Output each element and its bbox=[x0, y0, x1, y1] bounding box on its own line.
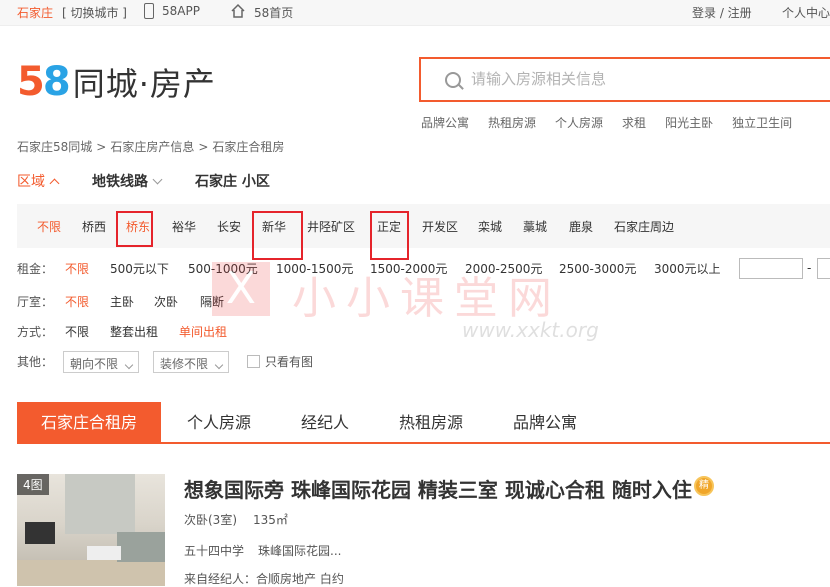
breadcrumb: 石家庄58同城 > 石家庄房产信息 > 石家庄合租房 bbox=[17, 140, 285, 154]
top-bar: 石家庄 [ 切换城市 ] 58APP 58首页 登录 / 注册 个人中心 bbox=[0, 0, 830, 26]
hot-link[interactable]: 独立卫生间 bbox=[732, 114, 792, 131]
region-item[interactable]: 裕华 bbox=[172, 218, 196, 235]
mode-label: 方式： bbox=[17, 325, 54, 339]
home-icon bbox=[230, 3, 246, 22]
rent-option[interactable]: 500-1000元 bbox=[188, 260, 258, 277]
breadcrumb-item[interactable]: 石家庄合租房 bbox=[212, 140, 284, 154]
room-label: 厅室： bbox=[17, 295, 54, 309]
phone-icon bbox=[144, 3, 154, 19]
room-option[interactable]: 不限 bbox=[65, 293, 89, 310]
chevron-down-icon bbox=[214, 360, 224, 370]
tab-shared-rental[interactable]: 石家庄合租房 bbox=[17, 402, 162, 444]
region-item[interactable]: 开发区 bbox=[422, 218, 458, 235]
region-item[interactable]: 井陉矿区 bbox=[307, 218, 355, 235]
filter-tabs: 区域 地铁线路 石家庄 小区 bbox=[17, 171, 304, 191]
chevron-down-icon bbox=[124, 360, 134, 370]
room-option[interactable]: 次卧 bbox=[154, 293, 178, 310]
region-item[interactable]: 长安 bbox=[217, 218, 241, 235]
listing-location-school[interactable]: 五十四中学 bbox=[184, 542, 244, 559]
rent-option[interactable]: 2000-2500元 bbox=[465, 260, 542, 277]
tab-community[interactable]: 石家庄 小区 bbox=[195, 171, 270, 191]
orientation-select[interactable]: 朝向不限 bbox=[63, 351, 140, 373]
chevron-up-icon bbox=[49, 178, 60, 188]
current-city: 石家庄 bbox=[17, 6, 54, 20]
mode-option[interactable]: 不限 bbox=[65, 323, 89, 340]
tab-brand-apartments[interactable]: 品牌公寓 bbox=[513, 402, 577, 444]
chevron-down-icon bbox=[152, 174, 163, 184]
listing-title[interactable]: 想象国际旁 珠峰国际花园 精装三室 现诚心合租 随时入住 bbox=[184, 474, 692, 503]
room-option[interactable]: 主卧 bbox=[110, 293, 134, 310]
other-label: 其他： bbox=[17, 355, 54, 369]
highlight-box bbox=[370, 211, 409, 260]
breadcrumb-item[interactable]: 石家庄房产信息 bbox=[110, 140, 194, 154]
decoration-select[interactable]: 装修不限 bbox=[153, 351, 230, 373]
rent-option[interactable]: 不限 bbox=[65, 260, 89, 277]
min-price-input[interactable] bbox=[739, 258, 803, 279]
region-item[interactable]: 桥西 bbox=[82, 218, 106, 235]
photo-count-badge: 4图 bbox=[17, 474, 49, 495]
user-center-link[interactable]: 个人中心 bbox=[782, 4, 830, 21]
tab-hot-rentals[interactable]: 热租房源 bbox=[399, 402, 463, 444]
region-item[interactable]: 藁城 bbox=[523, 218, 547, 235]
hot-link[interactable]: 热租房源 bbox=[488, 114, 536, 131]
breadcrumb-item[interactable]: 石家庄58同城 bbox=[17, 140, 92, 154]
region-item[interactable]: 鹿泉 bbox=[569, 218, 593, 235]
search-input[interactable] bbox=[471, 71, 811, 88]
listing-agent: 来自经纪人：合顺房地产 白约 bbox=[184, 572, 344, 586]
rent-option[interactable]: 2500-3000元 bbox=[559, 260, 636, 277]
highlight-box bbox=[116, 211, 153, 247]
highlight-box bbox=[252, 211, 303, 260]
home-link[interactable]: 58首页 bbox=[254, 4, 293, 21]
hot-link[interactable]: 阳光主卧 bbox=[665, 114, 713, 131]
site-logo[interactable]: 5 8 同城·房产 bbox=[17, 59, 216, 105]
hot-link[interactable]: 品牌公寓 bbox=[421, 114, 469, 131]
listing-room: 次卧(3室) bbox=[184, 513, 237, 527]
rent-option[interactable]: 500元以下 bbox=[110, 260, 169, 277]
login-register-link[interactable]: 登录 / 注册 bbox=[692, 4, 752, 21]
region-item[interactable]: 石家庄周边 bbox=[614, 218, 674, 235]
region-item[interactable]: 栾城 bbox=[478, 218, 502, 235]
switch-city-link[interactable]: [ 切换城市 ] bbox=[62, 4, 127, 21]
app-link[interactable]: 58APP bbox=[162, 4, 200, 18]
max-price-input[interactable] bbox=[817, 258, 830, 279]
search-box bbox=[419, 57, 830, 102]
listing-location-community[interactable]: 珠峰国际花园... bbox=[258, 542, 341, 559]
price-range-dash: - bbox=[807, 261, 812, 275]
rent-option[interactable]: 3000元以上 bbox=[654, 260, 721, 277]
room-option[interactable]: 隔断 bbox=[200, 293, 224, 310]
search-icon bbox=[445, 71, 461, 88]
tab-agents[interactable]: 经纪人 bbox=[301, 402, 349, 444]
only-photos-label: 只看有图 bbox=[265, 355, 314, 369]
hot-link[interactable]: 个人房源 bbox=[555, 114, 603, 131]
listing-tabs: 石家庄合租房 个人房源 经纪人 热租房源 品牌公寓 bbox=[17, 402, 830, 444]
featured-badge-icon: 精 bbox=[694, 476, 714, 496]
listing-area: 135㎡ bbox=[253, 513, 288, 527]
mode-option[interactable]: 整套出租 bbox=[110, 323, 158, 340]
rent-option[interactable]: 1000-1500元 bbox=[276, 260, 353, 277]
only-photos-checkbox[interactable] bbox=[247, 355, 260, 368]
hot-links: 品牌公寓 热租房源 个人房源 求租 阳光主卧 独立卫生间 bbox=[421, 114, 811, 131]
rent-option[interactable]: 1500-2000元 bbox=[370, 260, 447, 277]
listing-photo[interactable]: 4图 bbox=[17, 474, 165, 586]
rent-label: 租金： bbox=[17, 262, 54, 276]
tab-personal-listings[interactable]: 个人房源 bbox=[187, 402, 251, 444]
hot-link[interactable]: 求租 bbox=[622, 114, 646, 131]
tab-subway[interactable]: 地铁线路 bbox=[92, 171, 163, 191]
mode-option[interactable]: 单间出租 bbox=[179, 323, 227, 340]
region-item[interactable]: 不限 bbox=[37, 218, 61, 235]
tab-region[interactable]: 区域 bbox=[17, 171, 60, 191]
